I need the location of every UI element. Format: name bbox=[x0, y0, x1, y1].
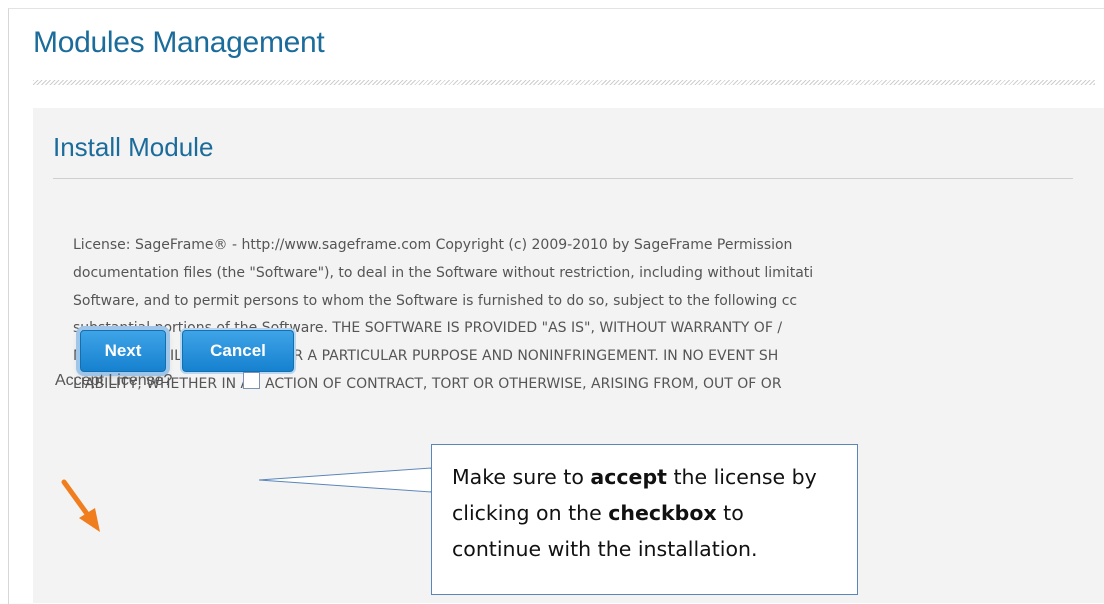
accept-license-checkbox[interactable] bbox=[243, 372, 260, 389]
accept-license-row: Accept License? bbox=[55, 372, 172, 390]
panel-title: Install Module bbox=[53, 132, 214, 162]
title-underline bbox=[33, 80, 1095, 85]
callout-box: Make sure to accept the license by click… bbox=[431, 444, 858, 595]
callout-text-part: Make sure to bbox=[452, 465, 591, 489]
arrow-pointer-icon bbox=[61, 479, 100, 532]
callout-bold-accept: accept bbox=[590, 465, 667, 489]
page-title: Modules Management bbox=[33, 26, 325, 59]
accept-license-label: Accept License? bbox=[55, 372, 173, 389]
next-button[interactable]: Next bbox=[80, 330, 166, 372]
license-line: Software, and to permit persons to whom … bbox=[73, 292, 798, 309]
panel-divider bbox=[53, 178, 1073, 179]
license-line: LIABILITY, WHETHER IN AN ACTION OF CONTR… bbox=[73, 375, 782, 392]
license-line: documentation files (the "Software"), to… bbox=[73, 264, 814, 281]
callout-connector bbox=[258, 467, 432, 493]
license-line: License: SageFrame® - http://www.sagefra… bbox=[73, 237, 793, 253]
cancel-button[interactable]: Cancel bbox=[182, 330, 294, 372]
callout-bold-checkbox: checkbox bbox=[608, 501, 717, 525]
license-text: License: SageFrame® - http://www.sagefra… bbox=[73, 232, 1073, 399]
callout-text: Make sure to accept the license by click… bbox=[452, 459, 833, 567]
